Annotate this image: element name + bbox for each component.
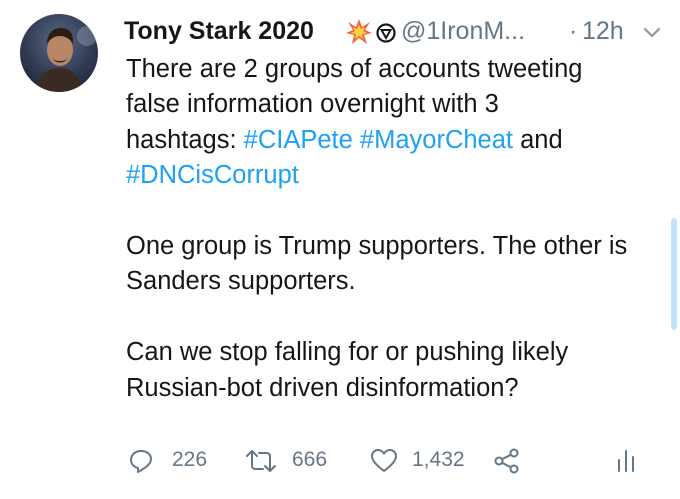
tweet-line: hashtags: #CIAPete #MayorCheat and — [126, 123, 656, 158]
tweet-header: Tony Stark 2020 @1IronM... · 12h — [124, 12, 669, 52]
tweet-line: There are 2 groups of accounts tweeting — [126, 55, 583, 83]
tweet-paragraph: Can we stop falling for or pushing likel… — [126, 338, 569, 402]
share-button[interactable] — [492, 440, 526, 480]
tweet-line: #DNCisCorrupt — [126, 158, 656, 193]
header-separator: · — [569, 17, 578, 45]
heart-icon — [371, 449, 397, 472]
avatar-portrait-icon — [36, 26, 97, 92]
tweet: Tony Stark 2020 @1IronM... · 12h There a… — [0, 0, 680, 499]
chevron-down-icon[interactable] — [641, 22, 663, 44]
tweet-text-fragment: and — [520, 125, 563, 154]
reply-count: 226 — [172, 448, 208, 471]
analytics-icon — [618, 450, 634, 472]
retweet-count: 666 — [292, 448, 328, 471]
reply-icon — [130, 450, 152, 473]
author-handle[interactable]: @1IronM... — [401, 17, 525, 46]
hashtag-link[interactable]: #CIAPete — [244, 126, 353, 154]
reply-button[interactable]: 226 — [126, 440, 216, 480]
retweet-button[interactable]: 666 — [244, 440, 344, 480]
like-button[interactable]: 1,432 — [370, 440, 480, 480]
tweet-paragraph: One group is Trump supporters. The other… — [126, 232, 628, 296]
author-name[interactable]: Tony Stark 2020 — [124, 17, 314, 46]
share-icon — [494, 448, 519, 474]
tweet-timestamp[interactable]: 12h — [582, 17, 624, 46]
tweet-line: false information overnight with 3 — [126, 90, 499, 119]
tweet-text: There are 2 groups of accounts tweeting … — [126, 52, 656, 406]
tweet-actions: 226 666 1,432 — [0, 440, 680, 480]
retweet-icon — [246, 450, 276, 472]
like-count: 1,432 — [412, 448, 465, 471]
shield-emblem-icon — [376, 23, 396, 43]
collision-emoji-icon — [346, 19, 372, 44]
analytics-button[interactable] — [612, 440, 642, 480]
hashtag-link[interactable]: #DNCisCorrupt — [126, 161, 299, 189]
scroll-indicator[interactable] — [671, 218, 677, 330]
avatar[interactable] — [20, 14, 98, 92]
tweet-text-fragment: hashtags: — [126, 125, 244, 154]
hashtag-link[interactable]: #MayorCheat — [360, 126, 513, 154]
